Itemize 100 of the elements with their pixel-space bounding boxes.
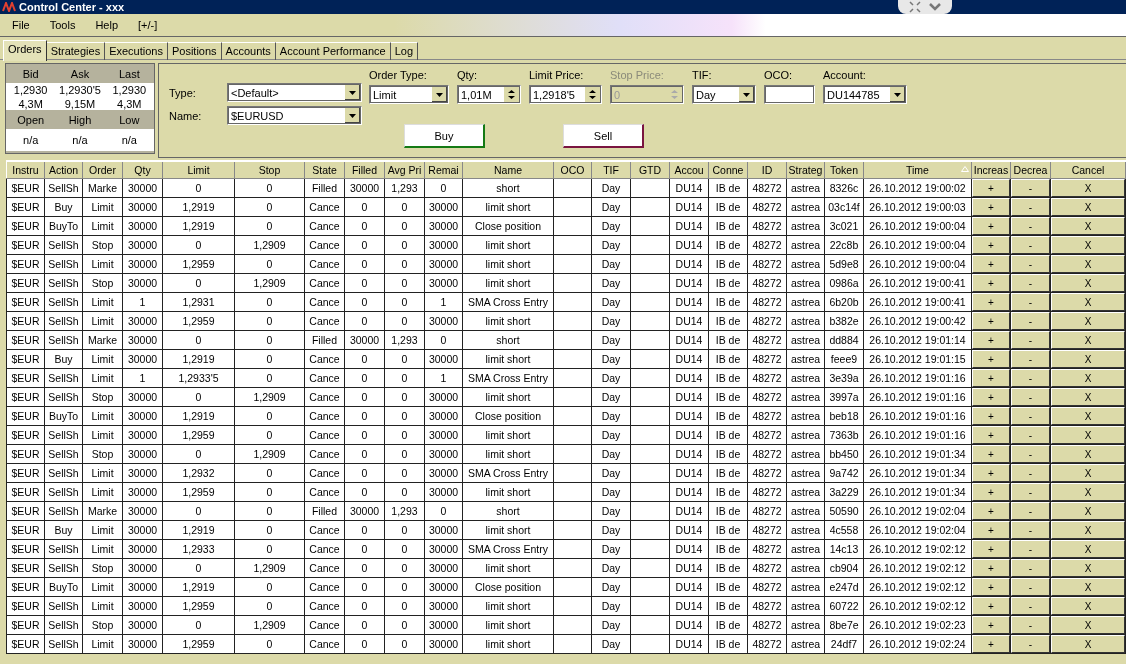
column-header[interactable]: Avg Pri: [384, 161, 425, 179]
decrease-button[interactable]: -: [1011, 236, 1050, 254]
sell-button[interactable]: Sell: [563, 124, 644, 148]
decrease-button[interactable]: -: [1011, 445, 1050, 463]
increase-button[interactable]: +: [972, 255, 1010, 273]
dropdown[interactable]: Limit: [369, 85, 449, 104]
increase-button[interactable]: +: [972, 540, 1010, 558]
restore-icon[interactable]: [909, 1, 921, 13]
increase-button[interactable]: +: [972, 236, 1010, 254]
cancel-button[interactable]: X: [1051, 293, 1125, 311]
column-header[interactable]: GTD: [630, 161, 670, 179]
cancel-button[interactable]: X: [1051, 198, 1125, 216]
column-header[interactable]: Instru: [6, 161, 45, 179]
input-field[interactable]: [764, 85, 815, 104]
dropdown[interactable]: DU144785: [823, 85, 907, 104]
column-header[interactable]: TIF: [591, 161, 631, 179]
decrease-button[interactable]: -: [1011, 540, 1050, 558]
cancel-button[interactable]: X: [1051, 483, 1125, 501]
increase-button[interactable]: +: [972, 388, 1010, 406]
decrease-button[interactable]: -: [1011, 635, 1050, 653]
cancel-button[interactable]: X: [1051, 502, 1125, 520]
cancel-button[interactable]: X: [1051, 388, 1125, 406]
column-header[interactable]: State: [304, 161, 345, 179]
decrease-button[interactable]: -: [1011, 274, 1050, 292]
decrease-button[interactable]: -: [1011, 312, 1050, 330]
column-header[interactable]: Action: [44, 161, 83, 179]
cancel-button[interactable]: X: [1051, 350, 1125, 368]
cancel-button[interactable]: X: [1051, 521, 1125, 539]
chevron-down-icon[interactable]: [929, 2, 941, 12]
increase-button[interactable]: +: [972, 407, 1010, 425]
decrease-button[interactable]: -: [1011, 198, 1050, 216]
menu-item[interactable]: Tools: [49, 19, 76, 31]
increase-button[interactable]: +: [972, 635, 1010, 653]
increase-button[interactable]: +: [972, 198, 1010, 216]
increase-button[interactable]: +: [972, 217, 1010, 235]
dropdown[interactable]: Day: [692, 85, 756, 104]
cancel-button[interactable]: X: [1051, 369, 1125, 387]
column-header[interactable]: ID: [747, 161, 787, 179]
decrease-button[interactable]: -: [1011, 350, 1050, 368]
name-dropdown[interactable]: $EURUSD: [227, 106, 362, 125]
increase-button[interactable]: +: [972, 483, 1010, 501]
column-header[interactable]: Cancel: [1050, 161, 1126, 179]
column-header[interactable]: Qty: [122, 161, 163, 179]
cancel-button[interactable]: X: [1051, 540, 1125, 558]
decrease-button[interactable]: -: [1011, 331, 1050, 349]
decrease-button[interactable]: -: [1011, 388, 1050, 406]
decrease-button[interactable]: -: [1011, 426, 1050, 444]
column-header[interactable]: OCO: [553, 161, 592, 179]
column-header[interactable]: Name: [462, 161, 554, 179]
type-dropdown[interactable]: <Default>: [227, 83, 362, 102]
column-header[interactable]: Time: [863, 161, 972, 179]
decrease-button[interactable]: -: [1011, 483, 1050, 501]
increase-button[interactable]: +: [972, 312, 1010, 330]
cancel-button[interactable]: X: [1051, 331, 1125, 349]
tab[interactable]: Account Performance: [275, 42, 391, 60]
column-header[interactable]: Accou: [669, 161, 709, 179]
tab[interactable]: Strategies: [46, 42, 106, 60]
cancel-button[interactable]: X: [1051, 217, 1125, 235]
tab[interactable]: Accounts: [221, 42, 276, 60]
tab[interactable]: Orders: [3, 40, 47, 61]
decrease-button[interactable]: -: [1011, 293, 1050, 311]
menu-item[interactable]: [+/-]: [138, 19, 158, 31]
column-header[interactable]: Decrea: [1010, 161, 1051, 179]
decrease-button[interactable]: -: [1011, 255, 1050, 273]
spinner-field[interactable]: 1,2918'5: [529, 85, 602, 104]
spinner-field[interactable]: 1,01M: [457, 85, 521, 104]
increase-button[interactable]: +: [972, 578, 1010, 596]
decrease-button[interactable]: -: [1011, 559, 1050, 577]
cancel-button[interactable]: X: [1051, 578, 1125, 596]
cancel-button[interactable]: X: [1051, 274, 1125, 292]
decrease-button[interactable]: -: [1011, 217, 1050, 235]
increase-button[interactable]: +: [972, 426, 1010, 444]
increase-button[interactable]: +: [972, 331, 1010, 349]
cancel-button[interactable]: X: [1051, 559, 1125, 577]
tab[interactable]: Positions: [167, 42, 222, 60]
tab[interactable]: Executions: [105, 42, 168, 60]
increase-button[interactable]: +: [972, 445, 1010, 463]
column-header[interactable]: Limit: [162, 161, 235, 179]
increase-button[interactable]: +: [972, 616, 1010, 634]
decrease-button[interactable]: -: [1011, 616, 1050, 634]
column-header[interactable]: Conne: [708, 161, 748, 179]
decrease-button[interactable]: -: [1011, 179, 1050, 197]
cancel-button[interactable]: X: [1051, 597, 1125, 615]
cancel-button[interactable]: X: [1051, 312, 1125, 330]
increase-button[interactable]: +: [972, 369, 1010, 387]
column-header[interactable]: Order: [82, 161, 123, 179]
increase-button[interactable]: +: [972, 502, 1010, 520]
increase-button[interactable]: +: [972, 521, 1010, 539]
decrease-button[interactable]: -: [1011, 578, 1050, 596]
column-header[interactable]: Strateg: [786, 161, 825, 179]
cancel-button[interactable]: X: [1051, 179, 1125, 197]
increase-button[interactable]: +: [972, 559, 1010, 577]
column-header[interactable]: Remai: [424, 161, 463, 179]
increase-button[interactable]: +: [972, 597, 1010, 615]
cancel-button[interactable]: X: [1051, 236, 1125, 254]
column-header[interactable]: Increas: [971, 161, 1011, 179]
decrease-button[interactable]: -: [1011, 464, 1050, 482]
cancel-button[interactable]: X: [1051, 255, 1125, 273]
cancel-button[interactable]: X: [1051, 426, 1125, 444]
increase-button[interactable]: +: [972, 293, 1010, 311]
